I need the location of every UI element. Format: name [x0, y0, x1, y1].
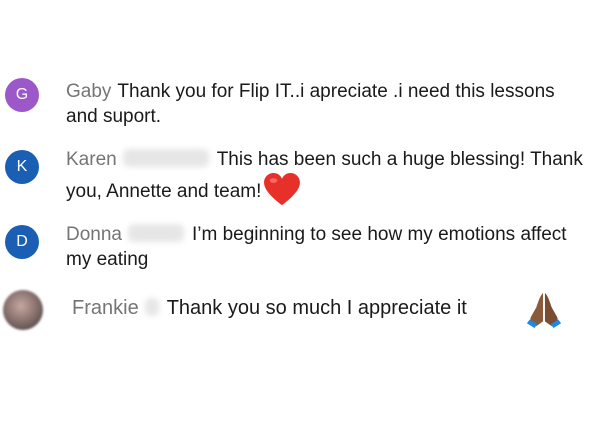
folded-hands-emoji — [526, 292, 562, 328]
redacted-surname — [144, 298, 159, 316]
redacted-surname — [122, 149, 209, 167]
avatar[interactable]: K — [5, 150, 39, 184]
comment-body: Karen This has been such a huge blessing!… — [66, 146, 586, 207]
avatar[interactable] — [3, 290, 43, 330]
comment-author[interactable]: Gaby — [66, 81, 111, 102]
comment-body: Donna I’m beginning to see how my emotion… — [66, 222, 586, 272]
heart-emoji — [264, 173, 301, 206]
comment-list: G Gaby Thank you for Flip IT..i apreciate… — [0, 0, 600, 429]
avatar-letter: K — [16, 158, 28, 175]
redacted-surname — [128, 224, 184, 242]
avatar[interactable]: G — [5, 78, 39, 112]
comment-text: Thank you so much I appreciate it — [166, 297, 467, 319]
avatar-letter: D — [16, 233, 28, 250]
comment-author[interactable]: Donna — [66, 224, 122, 245]
comment-author[interactable]: Frankie — [72, 297, 139, 319]
avatar[interactable]: D — [5, 225, 39, 259]
comment-body: Gaby Thank you for Flip IT..i apreciate .… — [66, 79, 586, 129]
avatar-letter: G — [15, 86, 29, 103]
comment-author[interactable]: Karen — [66, 149, 117, 170]
comment-body: Frankie Thank you so much I appreciate it — [72, 296, 592, 321]
comment-text: Thank you for Flip IT..i apreciate .i ne… — [66, 81, 555, 127]
